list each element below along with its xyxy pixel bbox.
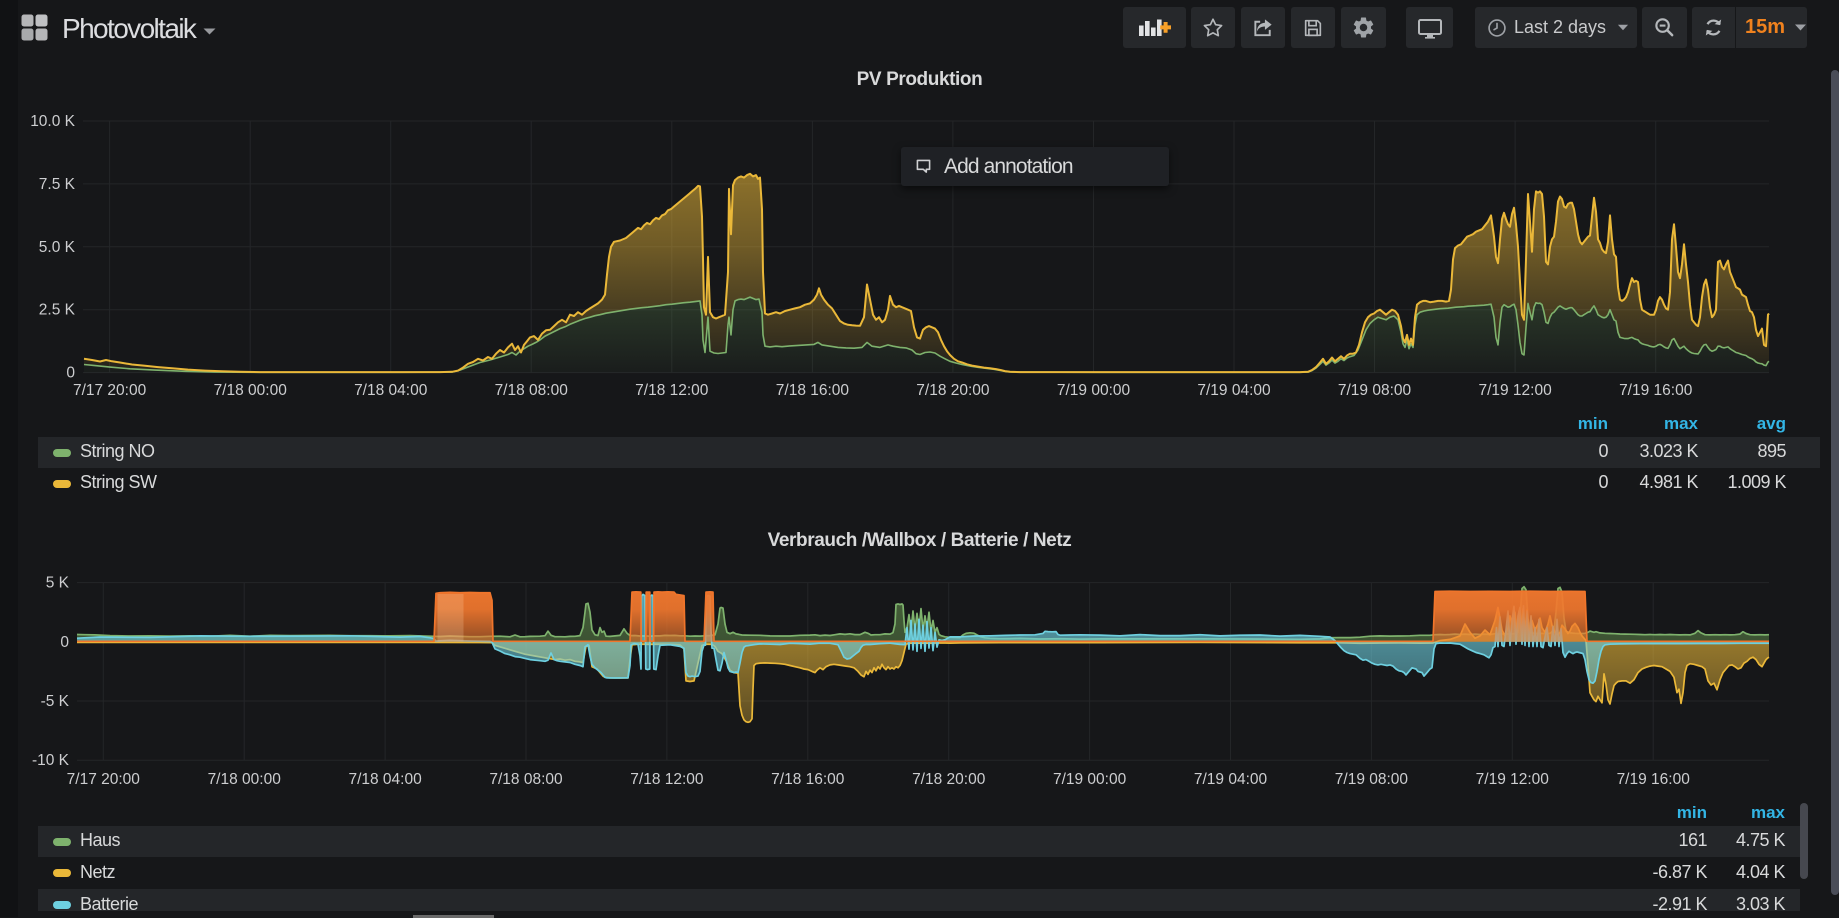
svg-text:5.0 K: 5.0 K <box>39 239 76 256</box>
svg-text:7/18 00:00: 7/18 00:00 <box>214 382 288 399</box>
svg-text:7.5 K: 7.5 K <box>39 176 76 193</box>
svg-text:7/17 20:00: 7/17 20:00 <box>73 382 147 399</box>
svg-text:7/19 00:00: 7/19 00:00 <box>1053 771 1127 788</box>
svg-text:5 K: 5 K <box>46 575 70 592</box>
svg-text:-10 K: -10 K <box>32 752 70 769</box>
svg-text:7/18 08:00: 7/18 08:00 <box>495 382 569 399</box>
svg-text:7/18 16:00: 7/18 16:00 <box>776 382 850 399</box>
svg-text:7/17 20:00: 7/17 20:00 <box>67 771 141 788</box>
svg-text:10.0 K: 10.0 K <box>30 113 75 130</box>
svg-text:-5 K: -5 K <box>41 693 70 710</box>
svg-text:7/19 04:00: 7/19 04:00 <box>1197 382 1271 399</box>
svg-text:7/18 12:00: 7/18 12:00 <box>635 382 709 399</box>
svg-text:7/19 08:00: 7/19 08:00 <box>1338 382 1412 399</box>
svg-text:7/19 16:00: 7/19 16:00 <box>1619 382 1693 399</box>
svg-text:7/18 16:00: 7/18 16:00 <box>771 771 845 788</box>
svg-text:0: 0 <box>66 365 75 382</box>
svg-text:2.5 K: 2.5 K <box>39 302 76 319</box>
svg-text:7/19 16:00: 7/19 16:00 <box>1617 771 1691 788</box>
svg-text:7/18 20:00: 7/18 20:00 <box>912 771 986 788</box>
svg-text:7/19 08:00: 7/19 08:00 <box>1335 771 1409 788</box>
svg-text:7/19 00:00: 7/19 00:00 <box>1057 382 1131 399</box>
svg-text:7/18 20:00: 7/18 20:00 <box>916 382 990 399</box>
svg-text:7/18 08:00: 7/18 08:00 <box>489 771 563 788</box>
svg-text:7/19 12:00: 7/19 12:00 <box>1476 771 1550 788</box>
svg-text:7/18 04:00: 7/18 04:00 <box>354 382 428 399</box>
svg-text:7/19 12:00: 7/19 12:00 <box>1478 382 1552 399</box>
svg-text:7/18 04:00: 7/18 04:00 <box>348 771 422 788</box>
svg-text:7/18 12:00: 7/18 12:00 <box>630 771 704 788</box>
svg-text:0: 0 <box>60 634 69 651</box>
svg-text:7/19 04:00: 7/19 04:00 <box>1194 771 1268 788</box>
svg-text:7/18 00:00: 7/18 00:00 <box>208 771 282 788</box>
